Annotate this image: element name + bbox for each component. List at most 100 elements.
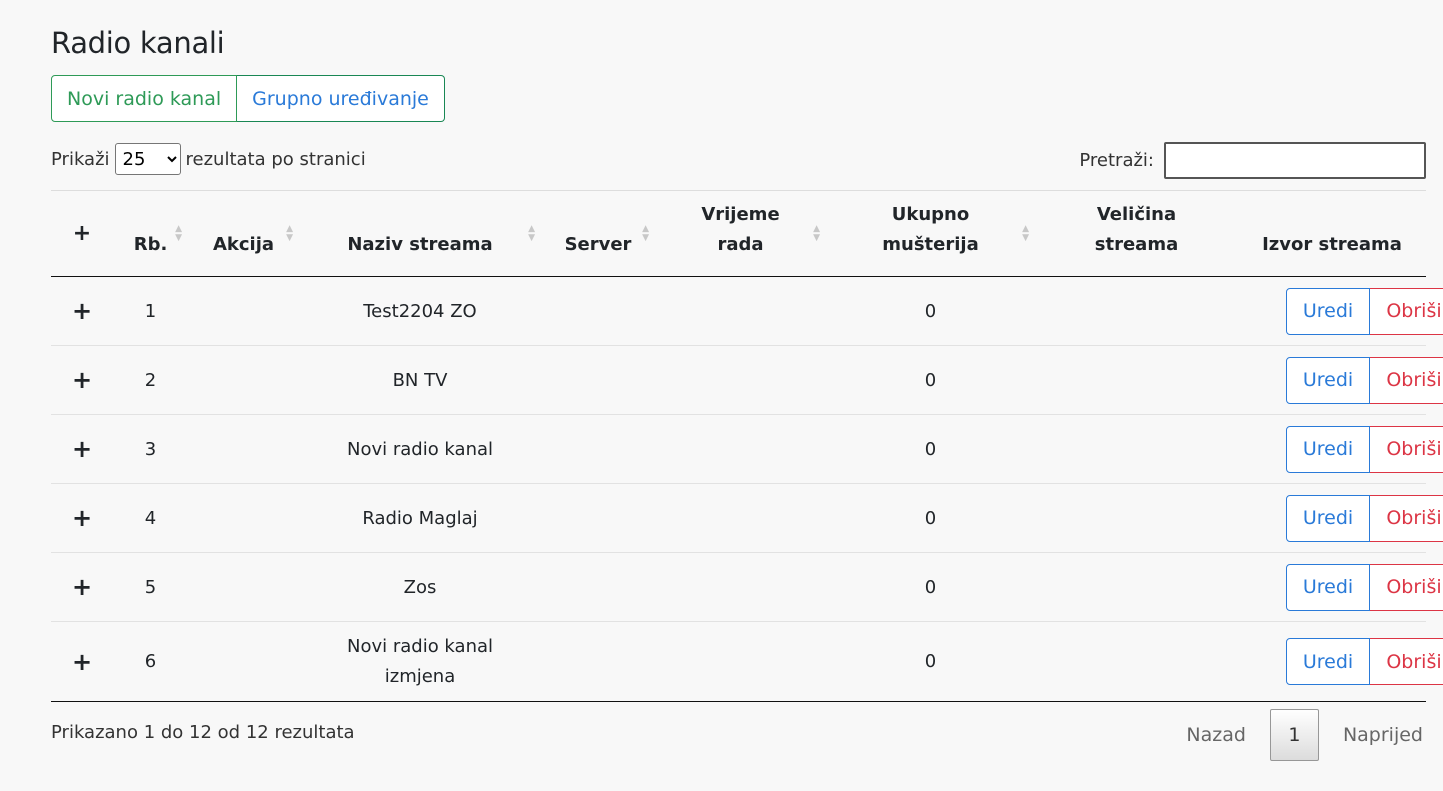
column-header-rb[interactable]: Rb. ▲ ▼ bbox=[113, 190, 188, 277]
cell-akcija bbox=[188, 483, 299, 553]
cell-akcija bbox=[188, 414, 299, 484]
expand-all-header[interactable]: + bbox=[51, 190, 113, 277]
cell-velicina bbox=[1035, 621, 1238, 702]
column-header-velicina: Veličina streama bbox=[1035, 190, 1238, 277]
cell-izvor: Uredi Obriši bbox=[1238, 414, 1443, 484]
table-row: + 2 BN TV 0 Uredi Obriši bbox=[51, 345, 1443, 415]
delete-button[interactable]: Obriši bbox=[1370, 425, 1443, 473]
cell-server bbox=[541, 345, 655, 415]
column-header-rb-label: Rb. bbox=[133, 234, 168, 255]
search-control: Pretraži: bbox=[1079, 142, 1426, 179]
cell-ukupno: 0 bbox=[826, 345, 1035, 415]
group-edit-button[interactable]: Grupno uređivanje bbox=[237, 75, 445, 122]
cell-akcija bbox=[188, 345, 299, 415]
cell-vrijeme bbox=[655, 552, 826, 622]
cell-ukupno: 0 bbox=[826, 552, 1035, 622]
results-info: Prikazano 1 do 12 od 12 rezultata bbox=[51, 722, 355, 743]
page-title: Radio kanali bbox=[51, 26, 225, 60]
column-header-ukupno-line1: Ukupno bbox=[891, 204, 970, 225]
edit-button[interactable]: Uredi bbox=[1286, 638, 1370, 685]
cell-ukupno: 0 bbox=[826, 276, 1035, 346]
page-length-prefix: Prikaži bbox=[51, 148, 110, 170]
cell-velicina bbox=[1035, 345, 1238, 415]
expand-row-icon[interactable]: + bbox=[51, 621, 113, 702]
cell-rb: 5 bbox=[113, 552, 188, 622]
column-header-akcija[interactable]: Akcija ▲ ▼ bbox=[188, 190, 299, 277]
cell-ukupno: 0 bbox=[826, 621, 1035, 702]
cell-vrijeme bbox=[655, 621, 826, 702]
cell-izvor: Uredi Obriši bbox=[1238, 276, 1443, 346]
edit-button[interactable]: Uredi bbox=[1286, 425, 1370, 473]
search-label: Pretraži: bbox=[1079, 150, 1154, 171]
cell-vrijeme bbox=[655, 345, 826, 415]
cell-izvor: Uredi Obriši bbox=[1238, 345, 1443, 415]
cell-server bbox=[541, 621, 655, 702]
cell-naziv: Zos bbox=[299, 552, 541, 622]
delete-button[interactable]: Obriši bbox=[1370, 287, 1443, 335]
edit-button[interactable]: Uredi bbox=[1286, 494, 1370, 542]
sort-icon: ▲ ▼ bbox=[642, 224, 649, 243]
column-header-ukupno[interactable]: Ukupno mušterija ▲ ▼ bbox=[826, 190, 1035, 277]
cell-velicina bbox=[1035, 414, 1238, 484]
page-length-select[interactable]: 25 bbox=[114, 143, 181, 175]
cell-izvor: Uredi Obriši bbox=[1238, 483, 1443, 553]
expand-row-icon[interactable]: + bbox=[51, 552, 113, 622]
cell-naziv: BN TV bbox=[299, 345, 541, 415]
cell-velicina bbox=[1035, 276, 1238, 346]
edit-button[interactable]: Uredi bbox=[1286, 287, 1370, 335]
column-header-naziv-label: Naziv streama bbox=[347, 234, 493, 255]
delete-button[interactable]: Obriši bbox=[1370, 638, 1443, 685]
expand-row-icon[interactable]: + bbox=[51, 276, 113, 346]
column-header-vrijeme[interactable]: Vrijeme rada ▲ ▼ bbox=[655, 190, 826, 277]
cell-naziv: Radio Maglaj bbox=[299, 483, 541, 553]
cell-naziv: Test2204 ZO bbox=[299, 276, 541, 346]
table-row: + 5 Zos 0 Uredi Obriši bbox=[51, 552, 1443, 622]
page-1-button[interactable]: 1 bbox=[1269, 709, 1319, 761]
sort-icon: ▲ ▼ bbox=[286, 224, 293, 243]
column-header-ukupno-line2: mušterija bbox=[882, 234, 979, 255]
radio-channels-table-wrapper: + Rb. ▲ ▼ Akcija ▲ ▼ Naziv streama ▲ ▼ Serv… bbox=[51, 190, 1443, 702]
column-header-velicina-line1: Veličina bbox=[1096, 204, 1177, 225]
prev-page-link[interactable]: Nazad bbox=[1186, 724, 1246, 746]
expand-row-icon[interactable]: + bbox=[51, 345, 113, 415]
cell-vrijeme bbox=[655, 483, 826, 553]
expand-row-icon[interactable]: + bbox=[51, 414, 113, 484]
cell-izvor: Uredi Obriši bbox=[1238, 621, 1443, 702]
column-header-server-label: Server bbox=[564, 234, 632, 255]
column-header-akcija-label: Akcija bbox=[212, 234, 275, 255]
cell-vrijeme bbox=[655, 414, 826, 484]
table-row: + 4 Radio Maglaj 0 Uredi Obriši bbox=[51, 483, 1443, 553]
column-header-izvor: Izvor streama bbox=[1238, 190, 1426, 277]
expand-row-icon[interactable]: + bbox=[51, 483, 113, 553]
table-row: + 3 Novi radio kanal 0 Uredi Obriši bbox=[51, 414, 1443, 484]
next-page-link[interactable]: Naprijed bbox=[1343, 724, 1423, 746]
delete-button[interactable]: Obriši bbox=[1370, 494, 1443, 542]
cell-rb: 4 bbox=[113, 483, 188, 553]
sort-icon: ▲ ▼ bbox=[528, 224, 535, 243]
delete-button[interactable]: Obriši bbox=[1370, 563, 1443, 611]
edit-button[interactable]: Uredi bbox=[1286, 356, 1370, 404]
edit-button[interactable]: Uredi bbox=[1286, 563, 1370, 611]
cell-rb: 6 bbox=[113, 621, 188, 702]
page-length-suffix: rezultata po stranici bbox=[185, 148, 366, 170]
table-row: + 6 Novi radio kanal izmjena 0 Uredi Obr… bbox=[51, 621, 1443, 702]
cell-server bbox=[541, 276, 655, 346]
search-input[interactable] bbox=[1164, 142, 1426, 179]
column-header-vrijeme-line1: Vrijeme bbox=[701, 204, 780, 225]
cell-rb: 3 bbox=[113, 414, 188, 484]
sort-icon: ▲ ▼ bbox=[813, 224, 820, 243]
delete-button[interactable]: Obriši bbox=[1370, 356, 1443, 404]
cell-naziv: Novi radio kanal bbox=[299, 414, 541, 484]
cell-naziv-line1: Novi radio kanal bbox=[346, 635, 494, 657]
table-row: + 1 Test2204 ZO 0 Uredi Obriši bbox=[51, 276, 1443, 346]
cell-rb: 1 bbox=[113, 276, 188, 346]
cell-akcija bbox=[188, 276, 299, 346]
cell-server bbox=[541, 552, 655, 622]
toolbar-button-group: Novi radio kanal Grupno uređivanje bbox=[51, 75, 445, 122]
table-header-row: + Rb. ▲ ▼ Akcija ▲ ▼ Naziv streama ▲ ▼ Serv… bbox=[51, 190, 1426, 277]
radio-channels-table: + Rb. ▲ ▼ Akcija ▲ ▼ Naziv streama ▲ ▼ Serv… bbox=[51, 190, 1443, 702]
column-header-naziv[interactable]: Naziv streama ▲ ▼ bbox=[299, 190, 541, 277]
column-header-server[interactable]: Server ▲ ▼ bbox=[541, 190, 655, 277]
cell-naziv-line2: izmjena bbox=[384, 665, 456, 687]
new-radio-channel-button[interactable]: Novi radio kanal bbox=[51, 75, 238, 122]
